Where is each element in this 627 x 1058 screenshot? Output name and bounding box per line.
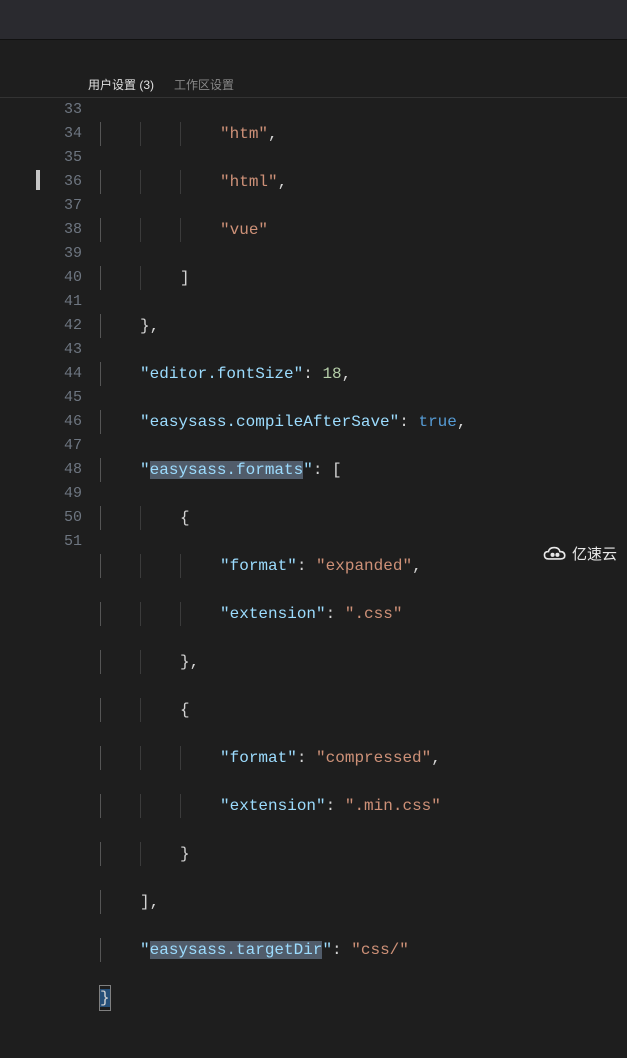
overview-marker (36, 170, 40, 190)
settings-tabs: 用户设置 (3) 工作区设置 (0, 70, 627, 98)
tab-workspace-settings[interactable]: 工作区设置 (164, 70, 244, 98)
watermark-text: 亿速云 (572, 543, 617, 564)
title-bar (0, 0, 627, 40)
cloud-icon (542, 544, 568, 564)
line-numbers: 3334353637 3839404142 4344454647 4849505… (40, 98, 100, 1058)
code-content[interactable]: "htm", "html", "vue" ] }, "editor.fontSi… (100, 98, 466, 1058)
tab-user-settings[interactable]: 用户设置 (3) (78, 70, 164, 99)
watermark-logo: 亿速云 (542, 543, 617, 564)
editor[interactable]: 3334353637 3839404142 4344454647 4849505… (0, 98, 627, 1058)
breadcrumb-area (0, 40, 627, 70)
editor-left-margin (0, 98, 40, 1058)
